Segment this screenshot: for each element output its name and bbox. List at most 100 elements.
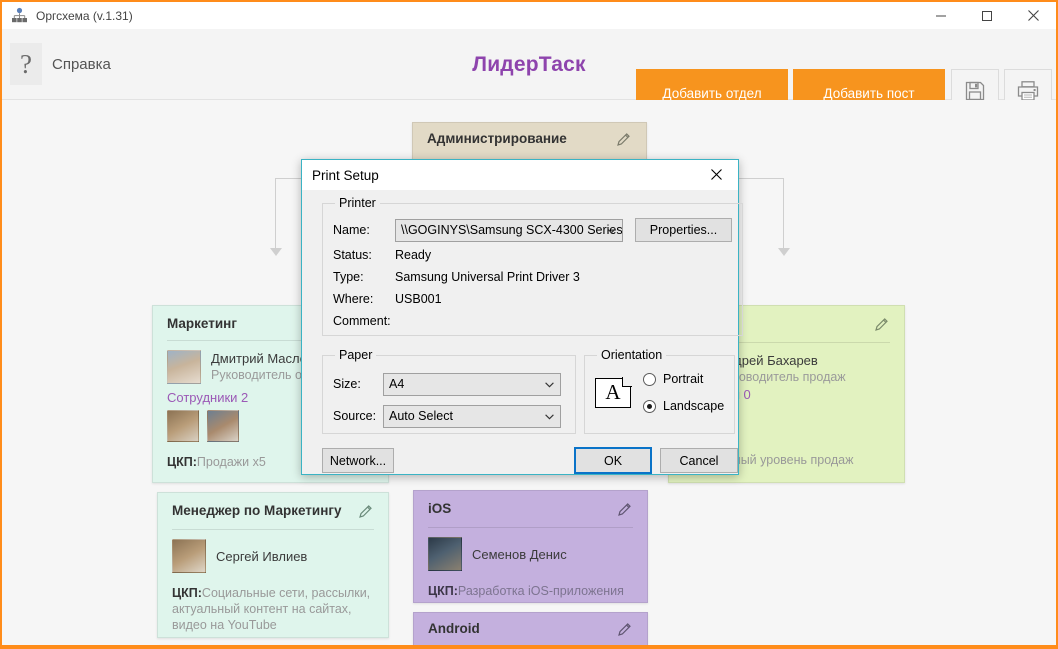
card-header: Администрирование bbox=[427, 131, 632, 148]
pencil-icon[interactable] bbox=[616, 621, 633, 638]
printer-type-value: Samsung Universal Print Driver 3 bbox=[395, 270, 580, 284]
connector-right-vertical bbox=[783, 178, 784, 250]
card-title: Менеджер по Маркетингу bbox=[172, 503, 341, 518]
chevron-down-icon bbox=[545, 409, 554, 423]
paper-size-select[interactable]: A4 bbox=[383, 373, 561, 396]
paper-size-value: A4 bbox=[389, 377, 404, 391]
avatar bbox=[172, 539, 206, 573]
portrait-label: Portrait bbox=[663, 372, 703, 386]
close-button[interactable] bbox=[1010, 2, 1056, 29]
printer-properties-button[interactable]: Properties... bbox=[635, 218, 732, 242]
paper-source-value: Auto Select bbox=[389, 409, 453, 423]
dialog-titlebar: Print Setup bbox=[302, 160, 738, 190]
card-header: Android bbox=[428, 621, 633, 638]
printer-group-label: Printer bbox=[335, 196, 380, 210]
paper-size-label: Size: bbox=[333, 377, 383, 391]
window-title: Оргсхема (v.1.31) bbox=[36, 9, 133, 23]
card-title: iOS bbox=[428, 501, 451, 516]
ckp-label: ЦКП: bbox=[428, 584, 458, 598]
orientation-group-label: Orientation bbox=[597, 348, 666, 362]
person-name: Семенов Денис bbox=[472, 546, 567, 563]
printer-name-row: Name: \\GOGINYS\Samsung SCX-4300 Series … bbox=[333, 216, 732, 244]
orientation-glyph: A bbox=[605, 380, 620, 405]
card-title: Android bbox=[428, 621, 480, 636]
printer-where-value: USB001 bbox=[395, 292, 442, 306]
printer-name-label: Name: bbox=[333, 223, 395, 237]
dialog-close-button[interactable] bbox=[694, 160, 738, 189]
portrait-radio[interactable] bbox=[643, 373, 656, 386]
divider bbox=[428, 527, 633, 528]
printer-status-value: Ready bbox=[395, 248, 431, 262]
printer-where-label: Where: bbox=[333, 292, 395, 306]
person-name: Сергей Ивлиев bbox=[216, 548, 307, 565]
print-setup-dialog[interactable]: Print Setup Printer Name: \\GOGINYS\Sams… bbox=[301, 159, 739, 475]
card-title: Администрирование bbox=[427, 131, 567, 146]
paper-source-select[interactable]: Auto Select bbox=[383, 405, 561, 428]
dialog-body: Printer Name: \\GOGINYS\Samsung SCX-4300… bbox=[302, 190, 738, 476]
card-header: iOS bbox=[428, 501, 633, 518]
window-titlebar: Оргсхема (v.1.31) bbox=[2, 2, 1056, 29]
orientation-group: Orientation A Portrait La bbox=[584, 348, 735, 434]
paper-source-row: Source: Auto Select bbox=[333, 400, 565, 432]
landscape-option[interactable]: Landscape bbox=[643, 399, 724, 413]
card-title: Маркетинг bbox=[167, 316, 237, 331]
printer-status-label: Status: bbox=[333, 248, 395, 262]
connector-arrow-left bbox=[270, 248, 282, 256]
card-android[interactable]: Android bbox=[413, 612, 648, 645]
printer-name-value: \\GOGINYS\Samsung SCX-4300 Series (U bbox=[401, 223, 623, 237]
ckp-value: Продажи x5 bbox=[197, 455, 266, 469]
paper-size-row: Size: A4 bbox=[333, 368, 565, 400]
connector-left-vertical bbox=[275, 178, 276, 250]
ckp-label: ЦКП: bbox=[172, 586, 202, 600]
printer-group: Printer Name: \\GOGINYS\Samsung SCX-4300… bbox=[322, 196, 743, 336]
network-button[interactable]: Network... bbox=[322, 448, 394, 473]
avatar bbox=[167, 350, 201, 384]
paper-group: Paper Size: A4 Source: Auto S bbox=[322, 348, 576, 434]
maximize-button[interactable] bbox=[964, 2, 1010, 29]
card-ios[interactable]: iOS Семенов Денис ЦКП:Разработка iOS-при… bbox=[413, 490, 648, 603]
pencil-icon[interactable] bbox=[357, 503, 374, 520]
app-icon bbox=[11, 7, 28, 24]
window-controls bbox=[918, 2, 1056, 29]
ckp-label: ЦКП: bbox=[167, 455, 197, 469]
printer-comment-row: Comment: bbox=[333, 310, 732, 332]
pencil-icon[interactable] bbox=[616, 501, 633, 518]
ckp-text: ЦКП:Социальные сети, рассылки, актуальны… bbox=[172, 585, 374, 633]
paper-group-label: Paper bbox=[335, 348, 376, 362]
printer-status-row: Status: Ready bbox=[333, 244, 732, 266]
pencil-icon[interactable] bbox=[615, 131, 632, 148]
ckp-value: Социальные сети, рассылки, актуальный ко… bbox=[172, 586, 370, 632]
dialog-title: Print Setup bbox=[312, 168, 379, 183]
card-administration[interactable]: Администрирование bbox=[412, 122, 647, 162]
pencil-icon[interactable] bbox=[873, 316, 890, 333]
avatar bbox=[428, 537, 462, 571]
person-row: Сергей Ивлиев bbox=[172, 539, 374, 573]
landscape-radio[interactable] bbox=[643, 400, 656, 413]
paper-source-label: Source: bbox=[333, 409, 383, 423]
chevron-down-icon bbox=[545, 377, 554, 391]
orientation-preview-icon: A bbox=[595, 378, 631, 408]
portrait-option[interactable]: Portrait bbox=[643, 372, 724, 386]
ckp-text: ЦКП:Разработка iOS-приложения bbox=[428, 583, 633, 599]
printer-comment-label: Comment: bbox=[333, 314, 395, 328]
printer-type-row: Type: Samsung Universal Print Driver 3 bbox=[333, 266, 732, 288]
printer-type-label: Type: bbox=[333, 270, 395, 284]
card-marketing-manager[interactable]: Менеджер по Маркетингу Сергей Ивлиев ЦКП… bbox=[157, 492, 389, 638]
cancel-button[interactable]: Cancel bbox=[660, 448, 738, 473]
divider bbox=[172, 529, 374, 530]
minimize-button[interactable] bbox=[918, 2, 964, 29]
employees-link[interactable]: ки 0 bbox=[727, 387, 846, 402]
person-name: Дмитрий Масло bbox=[211, 350, 307, 367]
chevron-down-icon bbox=[607, 223, 616, 237]
printer-where-row: Where: USB001 bbox=[333, 288, 732, 310]
avatar[interactable] bbox=[207, 410, 239, 442]
person-role: Руководитель о bbox=[211, 367, 307, 384]
printer-name-select[interactable]: \\GOGINYS\Samsung SCX-4300 Series (U bbox=[395, 219, 623, 242]
application-window: Оргсхема (v.1.31) ? Справка ЛидерТаск До… bbox=[0, 0, 1058, 649]
main-toolbar: ? Справка ЛидерТаск Добавить отдел Добав… bbox=[2, 29, 1056, 100]
landscape-label: Landscape bbox=[663, 399, 724, 413]
ok-button[interactable]: OK bbox=[574, 447, 652, 474]
orgchart-canvas[interactable]: Администрирование Маркетинг Дмитрий Масл… bbox=[2, 100, 1056, 645]
person-row: Семенов Денис bbox=[428, 537, 633, 571]
avatar[interactable] bbox=[167, 410, 199, 442]
